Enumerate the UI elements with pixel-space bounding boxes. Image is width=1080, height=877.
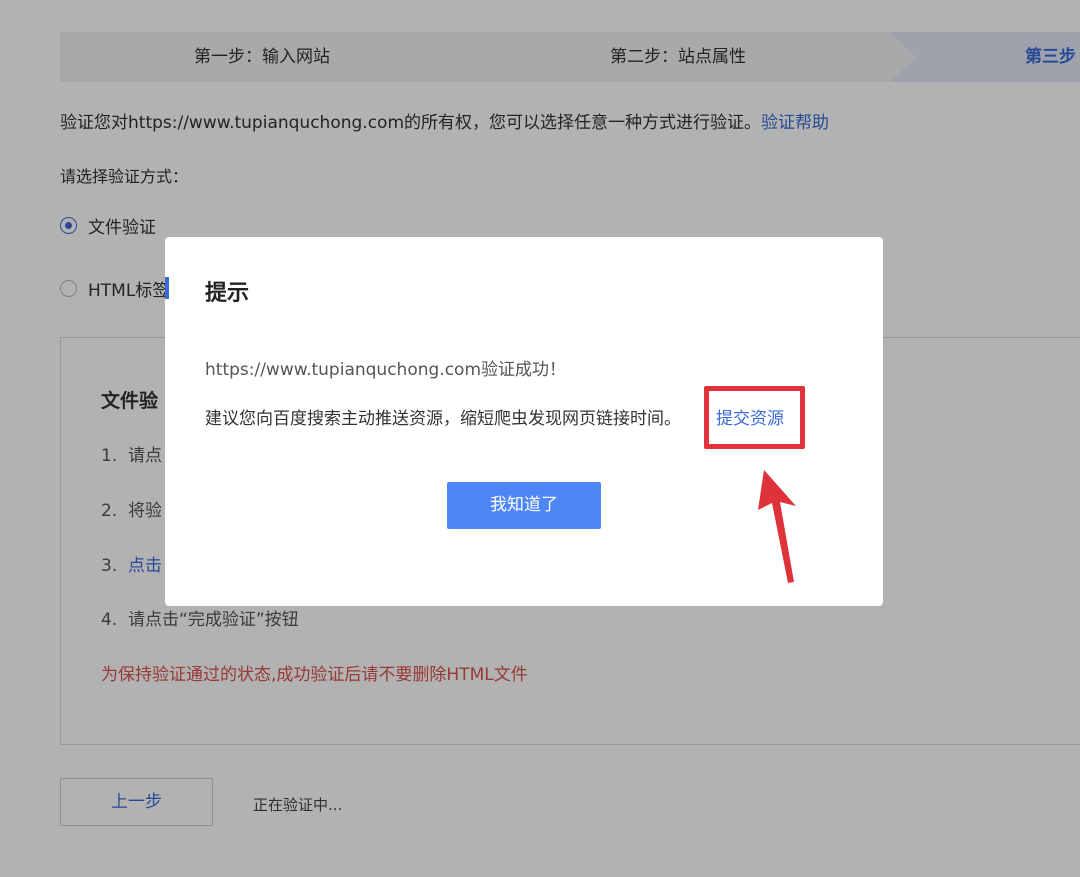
got-it-button[interactable]: 我知道了 bbox=[447, 482, 601, 529]
verification-success-message: https://www.tupianquchong.com验证成功！ bbox=[205, 360, 567, 380]
push-suggestion-message: 建议您向百度搜索主动推送资源，缩短爬虫发现网页链接时间。 bbox=[205, 409, 681, 429]
text-cursor bbox=[165, 277, 169, 299]
annotation-arrow-icon bbox=[758, 470, 796, 583]
dialog-title: 提示 bbox=[205, 281, 250, 306]
annotation-highlight-box bbox=[704, 386, 805, 449]
site-verification-page: 第一步：输入网站 第二步：站点属性 第三步 验证您对https://www.tu… bbox=[0, 0, 1080, 877]
